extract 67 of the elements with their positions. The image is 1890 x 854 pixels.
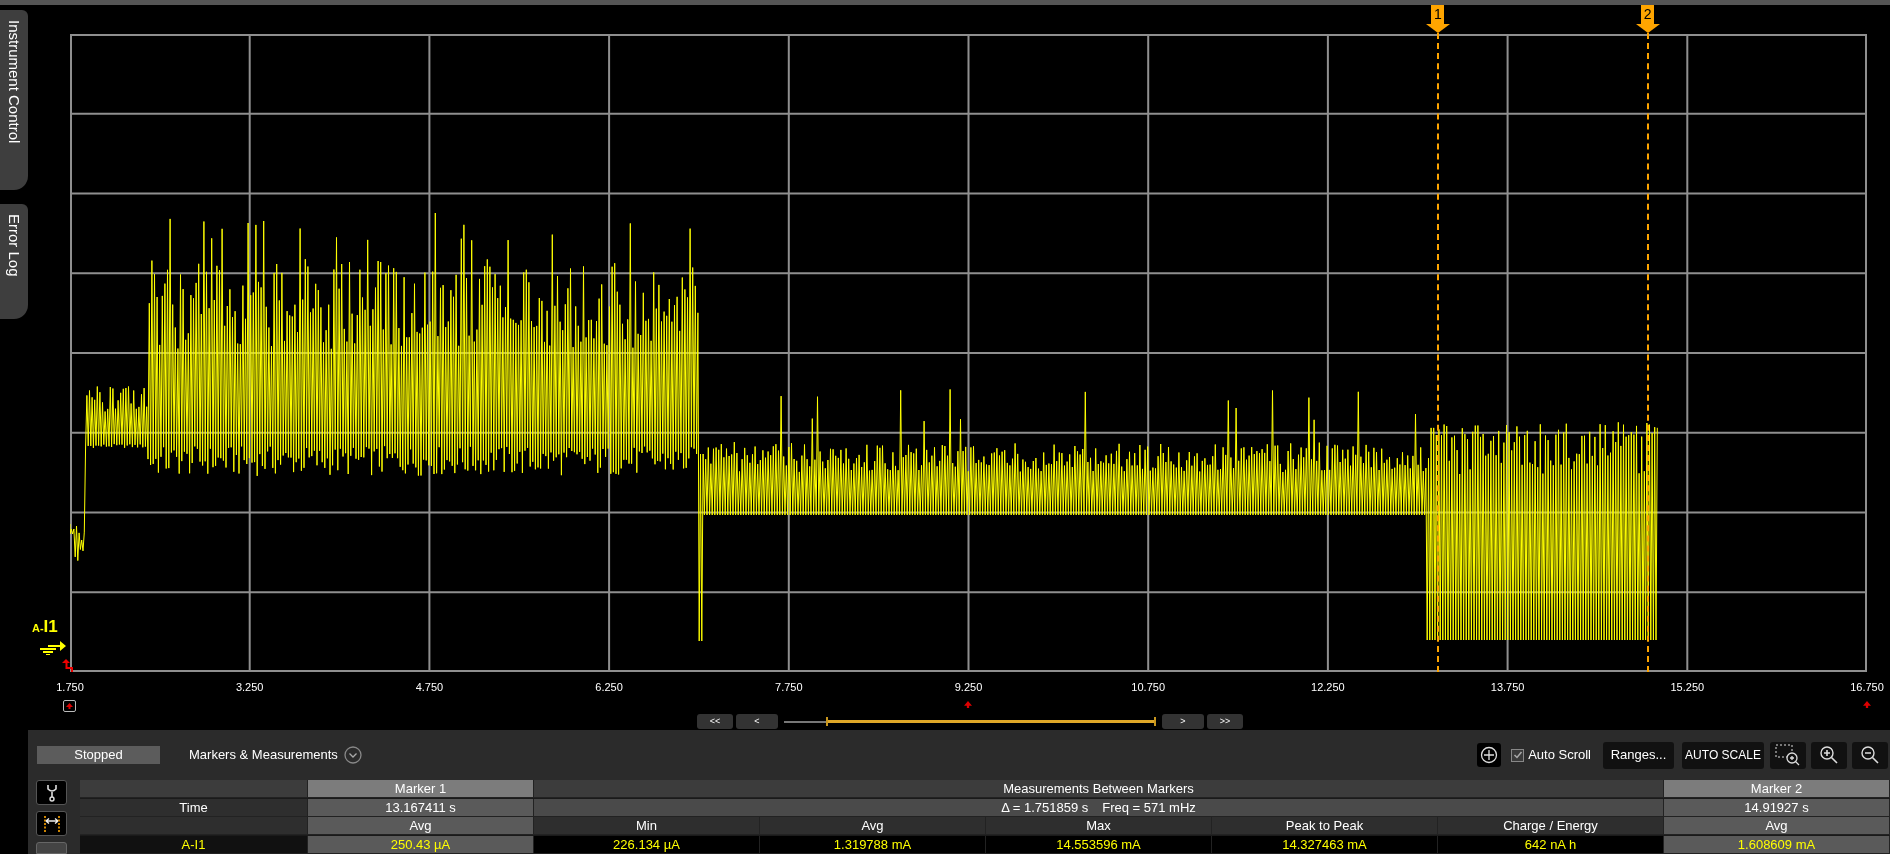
marker-arrow-icon[interactable]	[964, 701, 972, 708]
column-header: Min	[534, 817, 760, 835]
axis-tick-label: 12.250	[1311, 680, 1345, 695]
channel-name: A-I1	[80, 835, 308, 854]
scroll-button[interactable]: >>	[1207, 714, 1243, 729]
table-cell: 250.43 µA	[308, 835, 534, 854]
column-header: Peak to Peak	[1212, 817, 1438, 835]
scroll-range-handle[interactable]	[826, 717, 1156, 726]
marker-arrow-icon[interactable]	[1863, 701, 1871, 708]
zoom-in-icon	[1819, 745, 1839, 765]
table-cell: 226.134 µA	[534, 835, 760, 854]
zoom-box-button[interactable]	[1770, 741, 1806, 769]
column-header: Avg	[760, 817, 986, 835]
add-marker-button[interactable]	[1477, 743, 1502, 767]
auto-scroll-label: Auto Scroll	[1528, 746, 1591, 765]
column-header: Marker 1	[308, 780, 534, 798]
axis-tick-label: 4.750	[415, 680, 444, 695]
side-tab[interactable]: Instrument Control	[0, 10, 28, 190]
column-header: Avg	[1664, 817, 1890, 835]
table-cell: 642 nA h	[1438, 835, 1664, 854]
axis-tick-label: 1.750	[56, 680, 84, 695]
scroll-button[interactable]: <	[736, 714, 778, 729]
axis-tick-label: 13.750	[1490, 680, 1525, 695]
delta-frequency-readout: Δ = 1.751859 s Freq = 571 mHz	[534, 798, 1664, 817]
table-cell: 1.608609 mA	[1664, 835, 1890, 854]
channel-label[interactable]: A-I1	[32, 618, 58, 635]
zoom-out-icon	[1860, 745, 1880, 765]
axis-tick-label: 16.750	[1850, 680, 1884, 695]
table-cell: 14.327463 mA	[1212, 835, 1438, 854]
zoom-box-icon	[1775, 744, 1801, 766]
column-header: Marker 2	[1664, 780, 1890, 798]
axis-tick-label: 15.250	[1670, 680, 1705, 695]
axis-tick-label: 6.250	[595, 680, 623, 695]
wrench-tool-button[interactable]	[36, 780, 67, 805]
marker-span-button[interactable]	[36, 811, 67, 836]
table-cell: 1.319788 mA	[760, 835, 986, 854]
scroll-button[interactable]: <<	[697, 714, 733, 729]
scroll-button[interactable]: >	[1162, 714, 1204, 729]
side-tab[interactable]: Error Log	[0, 204, 28, 319]
axis-tick-label: 7.750	[775, 680, 803, 695]
table-cell: 13.167411 s	[308, 798, 534, 817]
section-title: Markers & Measurements	[189, 746, 338, 765]
ranges-button[interactable]: Ranges...	[1603, 741, 1674, 769]
column-header: Charge / Energy	[1438, 817, 1664, 835]
probe-icon	[44, 783, 59, 802]
table-cell: 14.553596 mA	[986, 835, 1212, 854]
marker-arrow-icon[interactable]	[63, 700, 76, 712]
zoom-out-button[interactable]	[1852, 741, 1888, 769]
row-label: Time	[80, 798, 308, 817]
table-cell: 14.91927 s	[1664, 798, 1890, 817]
origin-arrow-icon	[62, 659, 74, 672]
plus-circle-icon	[1480, 746, 1499, 764]
marker-flag[interactable]: 1	[1425, 5, 1450, 33]
axis-tick-label: 10.750	[1131, 680, 1165, 695]
marker-flag[interactable]: 2	[1635, 5, 1660, 33]
column-header: Measurements Between Markers	[534, 780, 1664, 798]
axis-tick-label: 3.250	[235, 680, 264, 695]
column-header: Avg	[308, 817, 534, 835]
auto-scroll-checkbox[interactable]	[1511, 748, 1525, 762]
column-header: Max	[986, 817, 1212, 835]
chevron-down-icon[interactable]	[343, 746, 362, 764]
scroll-track	[784, 720, 826, 723]
axis-tick-label: 9.250	[954, 680, 983, 695]
zoom-in-button[interactable]	[1811, 741, 1847, 769]
status-indicator: Stopped	[37, 746, 160, 764]
auto-scale-button[interactable]: AUTO SCALE	[1682, 741, 1764, 769]
check-icon	[1512, 750, 1523, 760]
